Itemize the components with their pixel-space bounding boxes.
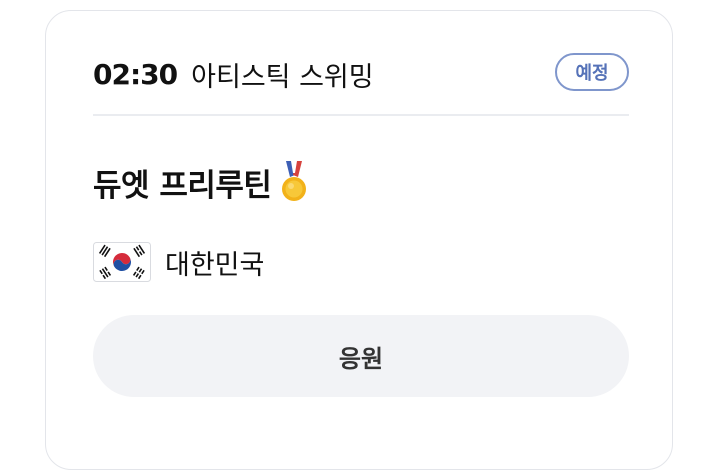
match-card: 02:30 아티스틱 스위밍 예정 듀엣 프리루틴 대한민국 응원 (45, 10, 673, 470)
event-row: 듀엣 프리루틴 (93, 157, 309, 207)
sport-name: 아티스틱 스위밍 (191, 61, 374, 93)
gold-medal-icon (279, 161, 309, 203)
cheer-button[interactable]: 응원 (93, 315, 629, 397)
status-badge: 예정 (555, 53, 629, 91)
country-row: 대한민국 (93, 239, 264, 285)
match-header: 02:30 아티스틱 스위밍 예정 (93, 51, 629, 97)
match-time: 02:30 (93, 57, 178, 91)
event-name: 듀엣 프리루틴 (93, 167, 272, 204)
country-name: 대한민국 (165, 249, 265, 281)
divider (93, 114, 629, 116)
south-korea-flag-icon (93, 242, 151, 282)
